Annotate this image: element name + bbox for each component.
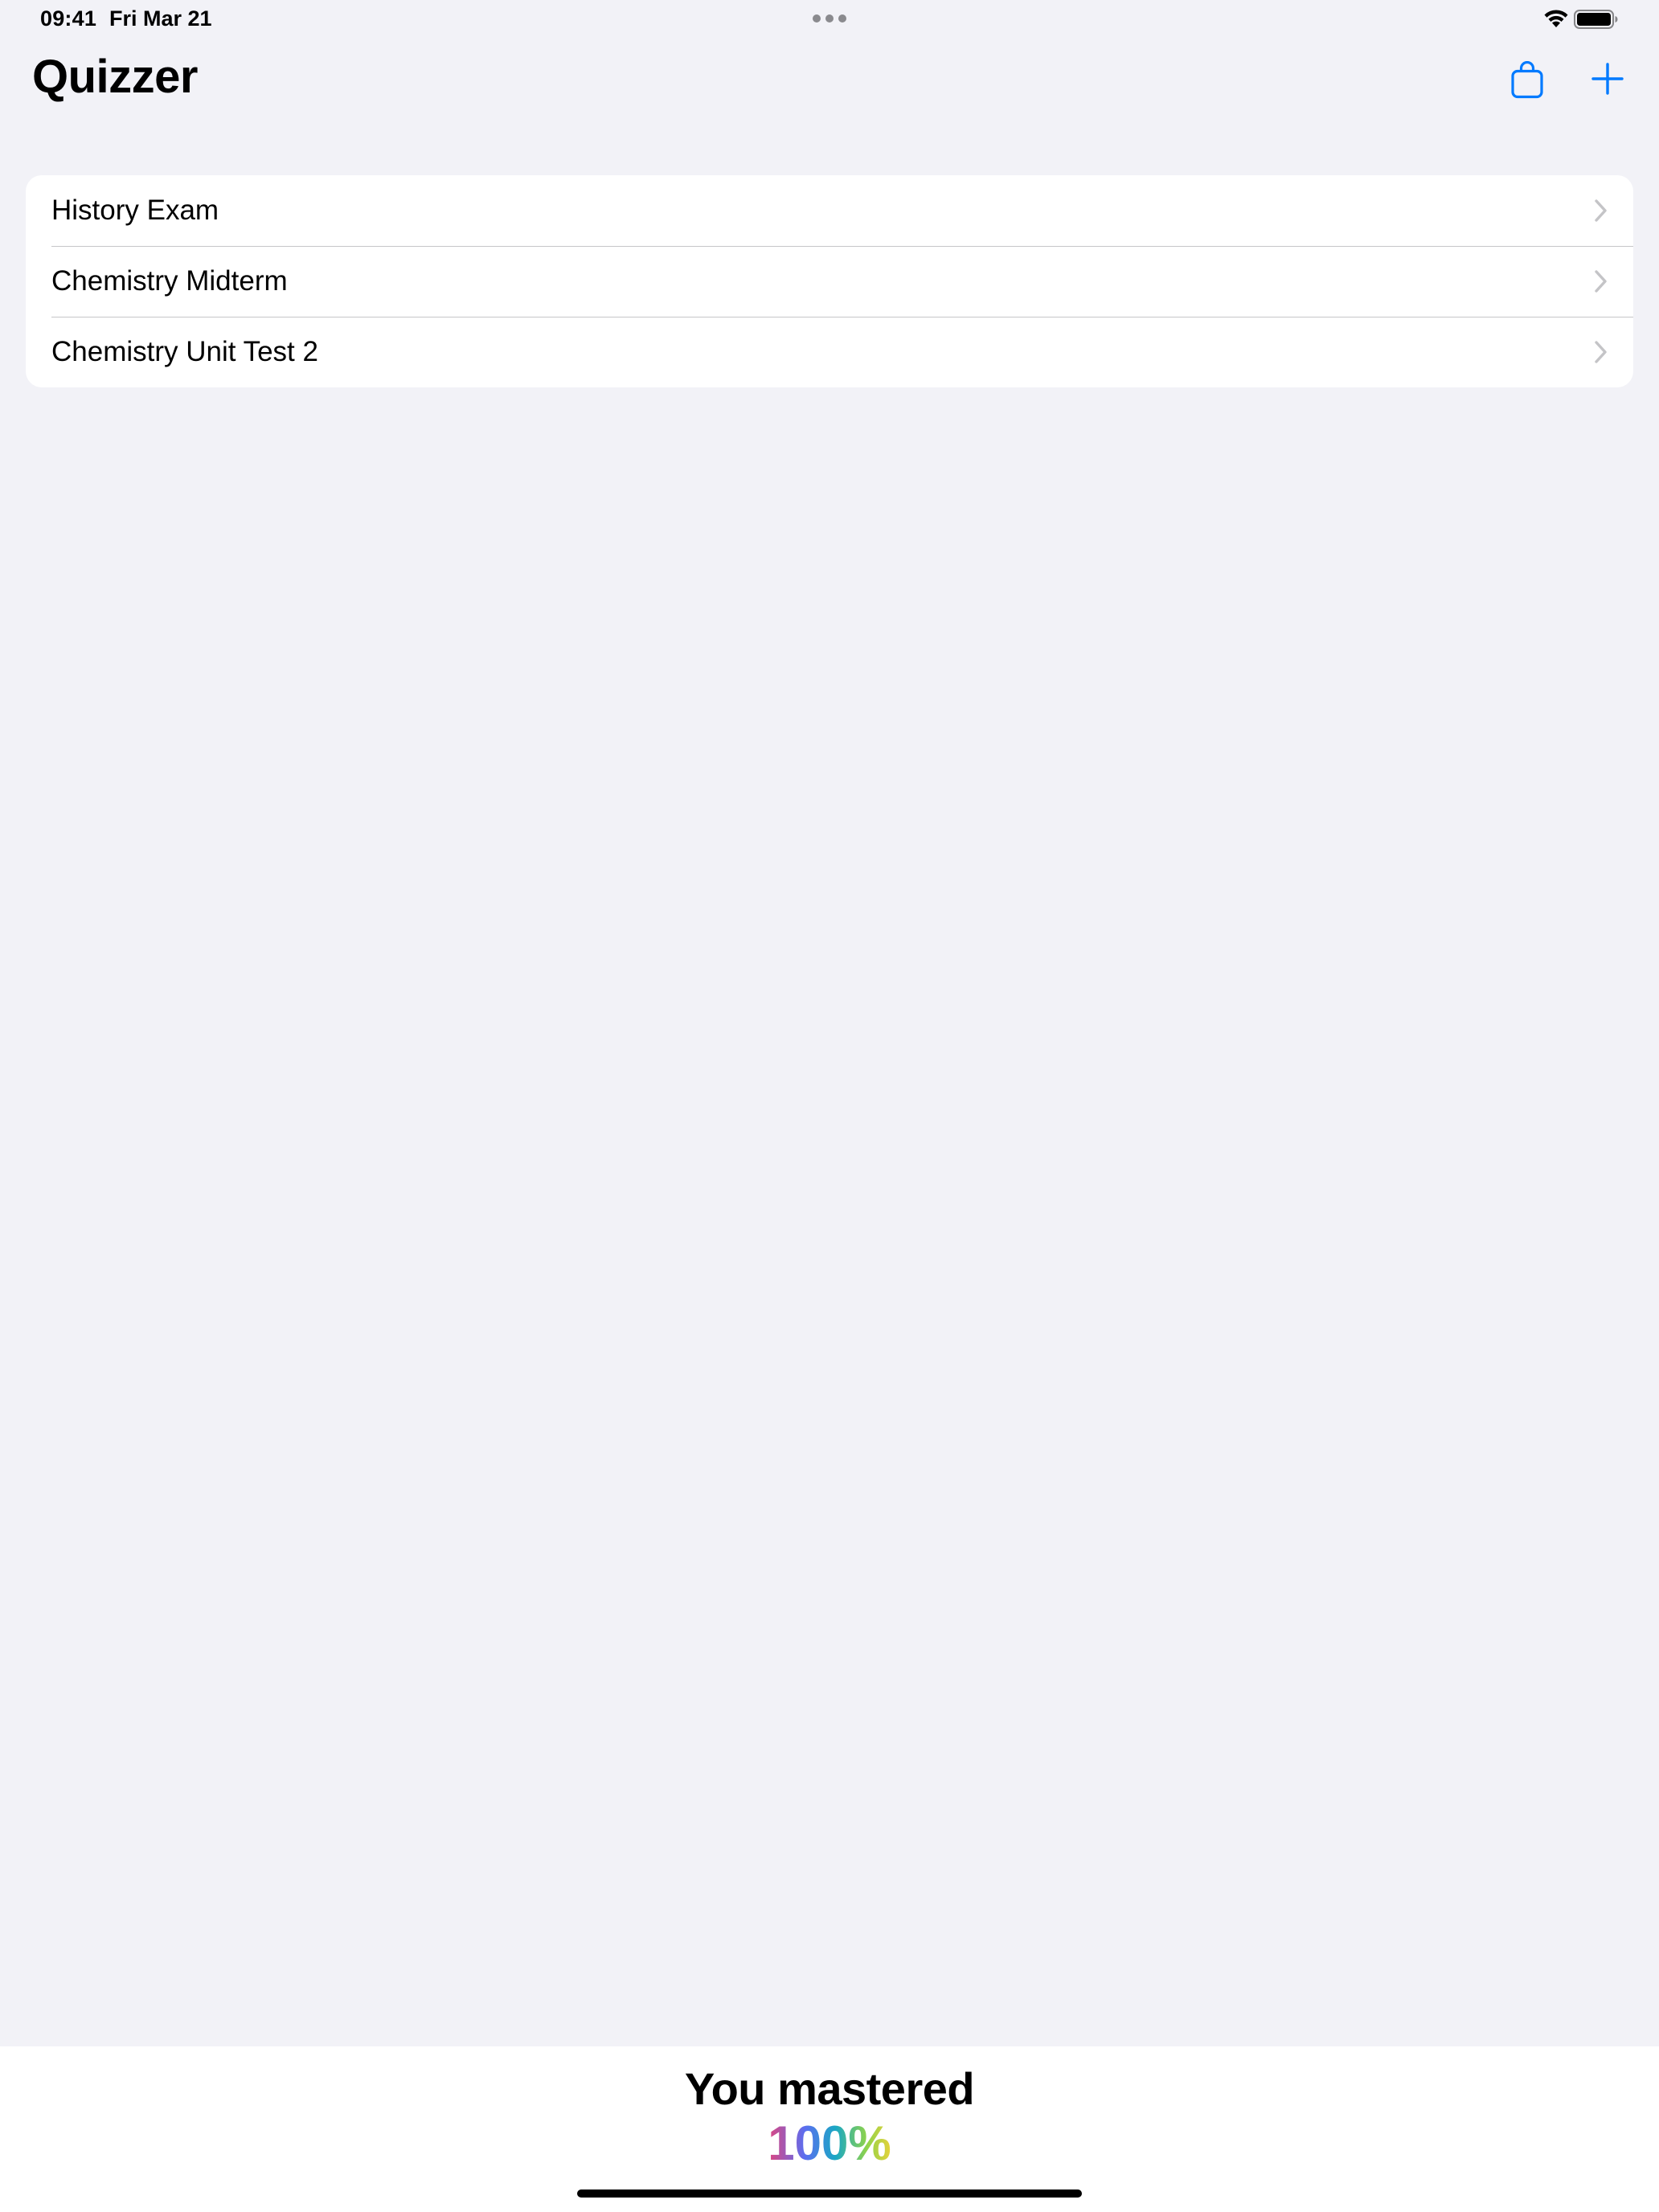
quiz-list: History Exam Chemistry Midterm Chemistry… [26,175,1633,387]
list-item-chemistry-unit-test-2[interactable]: Chemistry Unit Test 2 [26,317,1633,387]
list-item-label: Chemistry Unit Test 2 [51,336,318,367]
chevron-right-icon [1595,341,1607,363]
chevron-right-icon [1595,199,1607,222]
shopping-bag-icon [1511,61,1543,99]
status-bar: 09:41 Fri Mar 21 [0,0,1659,39]
list-item-chemistry-midterm[interactable]: Chemistry Midterm [26,246,1633,317]
wifi-icon [1544,10,1568,27]
list-item-history-exam[interactable]: History Exam [26,175,1633,246]
mastery-value-container: 100% [0,2116,1659,2171]
multitask-dots-icon[interactable] [812,14,847,23]
bag-button[interactable] [1501,55,1553,106]
add-button[interactable] [1582,53,1633,104]
plus-icon [1591,63,1624,95]
home-indicator[interactable] [577,2189,1082,2198]
mastery-label: You mastered [684,2063,975,2114]
chevron-right-icon [1595,270,1607,293]
list-item-label: Chemistry Midterm [51,265,288,297]
list-item-label: History Exam [51,195,219,226]
battery-icon [1574,10,1618,29]
page-title: Quizzer [32,51,199,103]
status-date: Fri Mar 21 [109,6,212,31]
mastery-value: 100% [768,2116,891,2170]
status-time: 09:41 [40,6,97,31]
